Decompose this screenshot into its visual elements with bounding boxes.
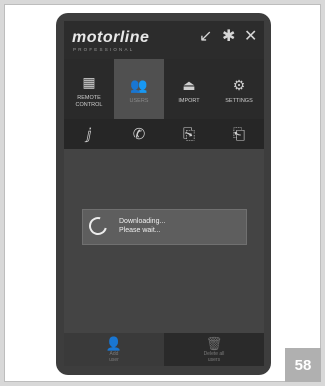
page-number-badge: 58 <box>285 348 321 382</box>
brand-logo-subtitle: PROFESSIONAL <box>73 47 135 52</box>
card-out-icon: ⎗ <box>232 125 245 143</box>
app-screen: motorline PROFESSIONAL ↙ ✱ ✕ ▦ REMOTE CO… <box>64 21 264 366</box>
delete-all-users-button[interactable]: 🗑 Delete all users <box>164 333 264 366</box>
tab-remote-control[interactable]: ▦ REMOTE CONTROL <box>64 59 114 119</box>
add-user-button[interactable]: 👤 Add user <box>64 333 164 366</box>
delete-all-label: Delete all users <box>203 350 225 363</box>
import-icon: ⏏ <box>182 77 196 93</box>
close-icon[interactable]: ✕ <box>244 29 257 45</box>
tab-label: USERS <box>129 98 149 104</box>
phone-button[interactable]: ✆ <box>114 119 164 149</box>
tab-users[interactable]: 👥 USERS <box>114 59 164 119</box>
loading-line-1: Downloading... <box>119 218 166 225</box>
tab-label: SETTINGS <box>225 98 253 104</box>
tab-settings[interactable]: ⚙ SETTINGS <box>214 59 264 119</box>
tab-import[interactable]: ⏏ IMPORT <box>164 59 214 119</box>
card-in-icon: ⎘ <box>182 125 195 143</box>
app-header: motorline PROFESSIONAL ↙ ✱ ✕ <box>64 21 264 59</box>
phone-icon: ✆ <box>132 126 146 143</box>
bottom-bar: 👤 Add user 🗑 Delete all users <box>64 333 264 366</box>
card-out-button[interactable]: ⎗ <box>214 119 264 149</box>
minimize-arrow-icon[interactable]: ↙ <box>199 29 212 45</box>
brand-logo: motorline <box>72 29 150 46</box>
card-in-button[interactable]: ⎘ <box>164 119 214 149</box>
phone-frame: motorline PROFESSIONAL ↙ ✱ ✕ ▦ REMOTE CO… <box>56 13 271 375</box>
add-user-label: Add user <box>109 350 119 363</box>
users-content: Downloading... Please wait... <box>64 149 264 333</box>
bluetooth-icon[interactable]: ✱ <box>222 29 235 45</box>
loading-line-2: Please wait... <box>119 226 161 234</box>
tab-label: REMOTE CONTROL <box>75 94 103 108</box>
add-user-icon: 👤 <box>105 335 123 351</box>
loading-text: Downloading... Please wait... <box>119 218 165 235</box>
grid-icon: ▦ <box>82 73 96 90</box>
spinner-icon <box>85 213 111 239</box>
users-icon: 👥 <box>130 77 148 93</box>
id-button[interactable]: ⅉ <box>64 119 114 149</box>
id-icon: ⅉ <box>86 126 92 143</box>
loading-dialog: Downloading... Please wait... <box>82 209 247 245</box>
settings-icon: ⚙ <box>232 77 246 93</box>
trash-icon: 🗑 <box>205 335 223 351</box>
tool-bar: ⅉ ✆ ⎘ ⎗ <box>64 119 264 149</box>
main-tabs: ▦ REMOTE CONTROL 👥 USERS ⏏ IMPORT ⚙ SETT… <box>64 59 264 119</box>
tab-label: IMPORT <box>178 98 200 104</box>
